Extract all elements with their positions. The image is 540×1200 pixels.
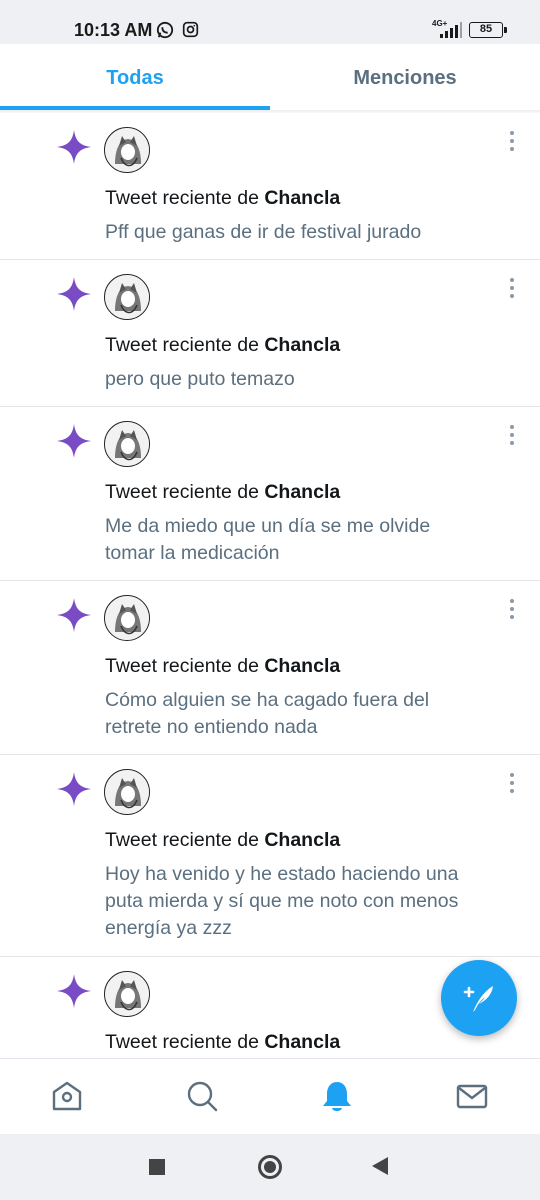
notification-list: Tweet reciente de Chancla Pff que ganas … — [0, 113, 540, 1058]
notification-headline: Tweet reciente de Chancla — [105, 1031, 341, 1053]
avatar[interactable] — [104, 971, 150, 1017]
messages-icon[interactable] — [455, 1079, 489, 1113]
notification-headline: Tweet reciente de Chancla — [105, 187, 341, 209]
more-options-icon[interactable] — [506, 425, 518, 449]
signal-icon — [440, 22, 462, 38]
notification-tabs: Todas Menciones — [0, 44, 540, 112]
notification-headline: Tweet reciente de Chancla — [105, 481, 341, 503]
notification-item[interactable]: Tweet reciente de Chancla pero que puto … — [0, 260, 540, 407]
home-icon[interactable] — [50, 1079, 84, 1113]
notifications-icon[interactable] — [320, 1079, 354, 1113]
system-home-button[interactable] — [258, 1155, 282, 1179]
back-button[interactable] — [372, 1157, 388, 1175]
tweet-text: Hoy ha venido y he estado haciendo una pu… — [105, 863, 459, 939]
status-time: 10:13 AM — [74, 20, 153, 40]
compose-tweet-button[interactable] — [441, 960, 517, 1036]
tweet-text: Pff que ganas de ir de festival jurado — [105, 221, 422, 243]
sparkle-icon — [57, 277, 91, 311]
notification-item[interactable]: Tweet reciente de Chancla Hoy ha venido … — [0, 755, 540, 957]
notification-item[interactable]: Tweet reciente de Chancla Cómo alguien s… — [0, 581, 540, 755]
author-name: Chancla — [264, 187, 341, 209]
avatar[interactable] — [104, 769, 150, 815]
tweet-text: Me da miedo que un día se me olvide tomar… — [105, 515, 431, 564]
notification-item[interactable]: Tweet reciente de Chancla Pff que ganas … — [0, 113, 540, 260]
notification-headline: Tweet reciente de Chancla — [105, 829, 341, 851]
tweet-text: Cómo alguien se ha cagado fuera del retre… — [105, 689, 430, 738]
whatsapp-icon — [156, 21, 174, 39]
status-bar: 10:13 AM 4G+ 85 — [0, 0, 540, 44]
sparkle-icon — [57, 772, 91, 806]
notification-headline: Tweet reciente de Chancla — [105, 655, 341, 677]
author-name: Chancla — [264, 1031, 341, 1053]
avatar[interactable] — [104, 274, 150, 320]
avatar[interactable] — [104, 595, 150, 641]
more-options-icon[interactable] — [506, 773, 518, 797]
more-options-icon[interactable] — [506, 278, 518, 302]
more-options-icon[interactable] — [506, 131, 518, 155]
battery-icon: 85 — [469, 22, 507, 38]
sparkle-icon — [57, 424, 91, 458]
compose-tweet-icon — [463, 986, 493, 1012]
system-navigation — [0, 1134, 540, 1200]
notification-item[interactable]: Tweet reciente de Chancla Me da miedo qu… — [0, 407, 540, 581]
tweet-text: pero que puto temazo — [105, 368, 295, 390]
notification-headline: Tweet reciente de Chancla — [105, 334, 341, 356]
avatar[interactable] — [104, 127, 150, 173]
bottom-navigation — [0, 1058, 540, 1134]
tab-mentions[interactable]: Menciones — [270, 44, 540, 111]
recent-apps-button[interactable] — [149, 1159, 165, 1175]
search-icon[interactable] — [185, 1079, 219, 1113]
sparkle-icon — [57, 974, 91, 1008]
tab-all[interactable]: Todas — [0, 44, 270, 111]
author-name: Chancla — [264, 334, 341, 356]
author-name: Chancla — [264, 655, 341, 677]
instagram-icon — [182, 21, 199, 38]
author-name: Chancla — [264, 481, 341, 503]
avatar[interactable] — [104, 421, 150, 467]
more-options-icon[interactable] — [506, 599, 518, 623]
author-name: Chancla — [264, 829, 341, 851]
sparkle-icon — [57, 130, 91, 164]
sparkle-icon — [57, 598, 91, 632]
